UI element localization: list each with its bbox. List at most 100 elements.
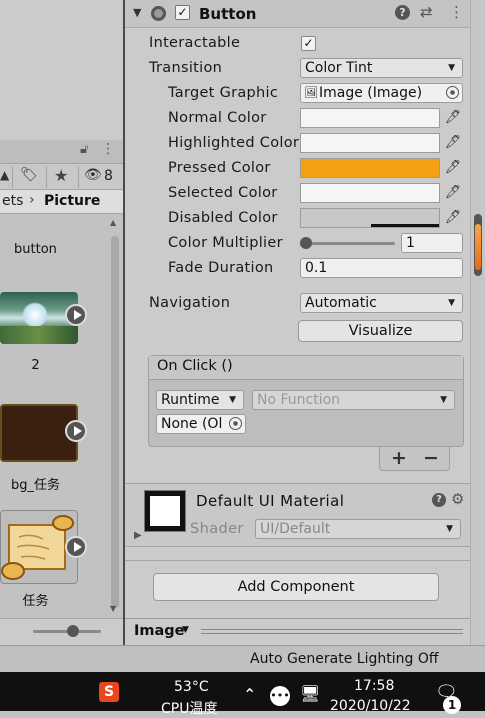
play-preview-icon[interactable] <box>65 536 87 558</box>
label-filter-icon[interactable]: 🏷︎ <box>20 167 38 183</box>
eyedropper-icon[interactable]: 🖊︎ <box>444 208 462 228</box>
object-field[interactable]: None (Ol <box>156 414 246 434</box>
highlighted-color-label: Highlighted Color <box>168 135 300 151</box>
breadcrumb-separator-icon: › <box>29 192 35 208</box>
help-icon[interactable]: ? <box>395 5 410 20</box>
selected-color-label: Selected Color <box>168 185 278 201</box>
selected-color-swatch[interactable] <box>300 183 440 203</box>
color-multiplier-slider-thumb[interactable] <box>300 237 312 249</box>
foldout-arrow-icon[interactable]: ▼ <box>133 6 141 19</box>
material-foldout-icon[interactable]: ▶ <box>134 530 142 541</box>
eyedropper-icon[interactable]: 🖊︎ <box>444 108 462 128</box>
interactable-label: Interactable <box>149 35 241 51</box>
notification-badge: 1 <box>443 696 461 714</box>
network-monitor-icon[interactable]: 🖥︎ <box>300 684 320 703</box>
runtime-dropdown[interactable]: Runtime <box>156 390 244 410</box>
preset-icon[interactable]: ⇄ <box>420 3 433 21</box>
hidden-count: 8 <box>104 168 113 184</box>
inspector-scrollbar[interactable] <box>470 0 485 645</box>
project-toolbar: ▲ 🏷︎ ★ 👁︎ 8 <box>0 164 123 190</box>
preview-title[interactable]: Image <box>134 623 185 639</box>
shader-dropdown[interactable]: UI/Default <box>255 519 461 539</box>
thumbnail-size-bar <box>0 618 123 645</box>
fade-duration-label: Fade Duration <box>168 260 274 276</box>
asset-label[interactable]: button <box>0 242 89 257</box>
color-multiplier-label: Color Multiplier <box>168 235 283 251</box>
pressed-color-label: Pressed Color <box>168 160 271 176</box>
eyedropper-icon[interactable]: 🖊︎ <box>444 133 462 153</box>
object-picker-icon[interactable] <box>229 417 242 430</box>
object-picker-icon[interactable] <box>446 86 459 99</box>
image-icon: 🖼︎ <box>304 86 318 99</box>
button-component-icon <box>151 6 166 21</box>
navigation-dropdown[interactable]: Automatic <box>300 293 463 313</box>
add-event-button[interactable]: + <box>391 447 407 469</box>
breadcrumb: ets › Picture <box>0 190 123 214</box>
disabled-color-label: Disabled Color <box>168 210 278 226</box>
highlighted-color-swatch[interactable] <box>300 133 440 153</box>
lock-icon[interactable]: 🔓︎ <box>80 142 88 157</box>
project-header: 🔓︎ ⋮ <box>0 140 123 164</box>
asset-label[interactable]: bg_任务 <box>0 474 89 493</box>
thumbnail-size-slider-thumb[interactable] <box>67 625 79 637</box>
onclick-title: On Click () <box>157 358 233 374</box>
shader-label: Shader <box>190 521 244 537</box>
asset-label[interactable]: 任务 <box>0 590 89 609</box>
component-title: Button <box>199 5 257 23</box>
component-enabled-checkbox[interactable]: ✓ <box>175 5 190 20</box>
eyedropper-icon[interactable]: 🖊︎ <box>444 158 462 178</box>
material-preview[interactable] <box>144 490 186 532</box>
normal-color-label: Normal Color <box>168 110 267 126</box>
onclick-footer: + − <box>379 447 450 471</box>
network-dots-icon[interactable]: ••• <box>270 686 290 706</box>
fade-duration-input[interactable]: 0.1 <box>300 258 463 278</box>
material-name: Default UI Material <box>196 492 345 510</box>
component-header: ▼ ✓ Button ? ⇄ ⋮ <box>125 0 470 28</box>
normal-color-swatch[interactable] <box>300 108 440 128</box>
hidden-packages-icon[interactable]: 👁︎ <box>84 167 102 183</box>
clock-date[interactable]: 2020/10/22 <box>330 698 411 714</box>
favorite-star-icon[interactable]: ★ <box>54 166 68 185</box>
pressed-color-swatch[interactable] <box>300 158 440 178</box>
visualize-button[interactable]: Visualize <box>298 320 463 342</box>
transition-label: Transition <box>149 60 223 76</box>
breadcrumb-parent[interactable]: ets <box>2 193 23 209</box>
interactable-checkbox[interactable]: ✓ <box>301 36 316 51</box>
sogou-input-icon[interactable]: S <box>99 682 119 702</box>
status-bar: Auto Generate Lighting Off <box>0 645 485 672</box>
preview-bar: Image ▼ <box>125 618 470 645</box>
settings-gear-icon[interactable]: ⚙ <box>451 490 464 508</box>
section-separator <box>125 560 470 561</box>
target-graphic-field[interactable]: 🖼︎ Image (Image) <box>300 83 463 103</box>
show-hidden-icons-icon[interactable]: ⌃ <box>243 685 256 704</box>
target-graphic-label: Target Graphic <box>168 85 279 101</box>
color-multiplier-input[interactable]: 1 <box>401 233 463 253</box>
hierarchy-area <box>0 0 123 140</box>
cpu-temperature-label: CPU温度 <box>161 701 218 717</box>
breadcrumb-current[interactable]: Picture <box>44 193 100 209</box>
add-component-button[interactable]: Add Component <box>153 573 439 601</box>
asset-label[interactable]: 2 <box>0 358 89 373</box>
eyedropper-icon[interactable]: 🖊︎ <box>444 183 462 203</box>
clock-time[interactable]: 17:58 <box>354 678 394 694</box>
transition-dropdown[interactable]: Color Tint <box>300 58 463 78</box>
material-section: ▶ Default UI Material ? ⚙ Shader UI/Defa… <box>125 483 470 547</box>
preview-dropdown-icon[interactable]: ▼ <box>182 625 189 635</box>
windows-taskbar: S 53°C CPU温度 ⌃ ••• 🖥︎ 17:58 2020/10/22 🗨… <box>0 672 485 717</box>
onclick-header: On Click () <box>149 356 463 380</box>
asset-grid-scrollbar[interactable]: ▲ ▼ <box>107 214 123 618</box>
component-menu-icon[interactable]: ⋮ <box>449 3 464 21</box>
disabled-color-swatch[interactable] <box>300 208 440 228</box>
object-value: None (Ol <box>161 416 223 432</box>
remove-event-button[interactable]: − <box>423 447 439 469</box>
help-icon[interactable]: ? <box>432 493 446 507</box>
preview-divider-lines <box>201 629 463 634</box>
create-dropdown-icon[interactable]: ▲ <box>0 168 9 182</box>
function-dropdown[interactable]: No Function <box>252 390 455 410</box>
color-multiplier-slider-track[interactable] <box>303 242 395 245</box>
kebab-menu-icon[interactable]: ⋮ <box>101 141 115 157</box>
status-text: Auto Generate Lighting Off <box>250 651 439 667</box>
play-preview-icon[interactable] <box>65 420 87 442</box>
asset-grid: button 2 bg_任务 任务 <box>0 214 107 618</box>
play-preview-icon[interactable] <box>65 304 87 326</box>
